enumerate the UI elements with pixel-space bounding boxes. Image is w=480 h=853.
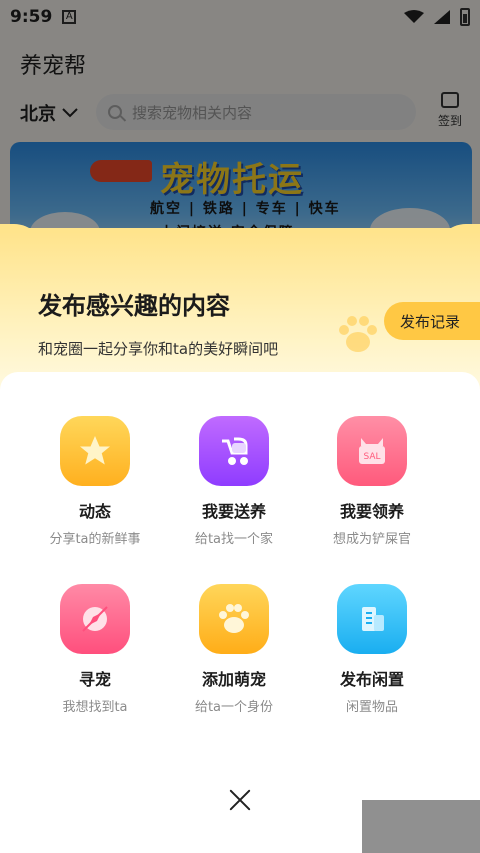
option-desc: 想成为铲屎官 bbox=[332, 532, 411, 547]
option-desc: 给ta一个身份 bbox=[194, 700, 274, 715]
option-rehome[interactable]: 我要送养 给ta找一个家 bbox=[164, 416, 304, 547]
sheet-title: 发布感兴趣的内容 bbox=[38, 292, 230, 320]
close-icon[interactable] bbox=[226, 786, 254, 814]
option-adopt[interactable]: SAL 我要领养 想成为铲屎官 bbox=[302, 416, 442, 547]
option-add-pet[interactable]: 添加萌宠 给ta一个身份 bbox=[164, 584, 304, 715]
option-label: 我要领养 bbox=[339, 502, 404, 521]
stroller-icon bbox=[199, 416, 269, 486]
building-icon bbox=[337, 584, 407, 654]
option-desc: 闲置物品 bbox=[345, 700, 398, 715]
option-desc: 分享ta的新鲜事 bbox=[49, 532, 141, 547]
option-desc: 给ta找一个家 bbox=[194, 532, 274, 547]
publish-record-button[interactable]: 发布记录 bbox=[384, 302, 480, 340]
sale-box-icon: SAL bbox=[337, 416, 407, 486]
option-moment[interactable]: 动态 分享ta的新鲜事 bbox=[25, 416, 165, 547]
sale-text: SAL bbox=[363, 452, 380, 462]
star-icon bbox=[60, 416, 130, 486]
option-label: 添加萌宠 bbox=[201, 670, 266, 689]
paw-icon bbox=[199, 584, 269, 654]
sheet-subtitle: 和宠圈一起分享你和ta的美好瞬间吧 bbox=[38, 340, 279, 358]
option-label: 我要送养 bbox=[201, 502, 266, 521]
option-label: 寻宠 bbox=[78, 670, 111, 689]
option-desc: 我想找到ta bbox=[62, 700, 128, 715]
option-find-pet[interactable]: 寻宠 我想找到ta bbox=[25, 584, 165, 715]
compass-icon bbox=[60, 584, 130, 654]
option-post-idle[interactable]: 发布闲置 闲置物品 bbox=[302, 584, 442, 715]
option-label: 动态 bbox=[78, 502, 111, 521]
paw-decoration-icon bbox=[339, 316, 377, 352]
corner-shadow bbox=[362, 800, 480, 853]
option-label: 发布闲置 bbox=[339, 670, 404, 689]
